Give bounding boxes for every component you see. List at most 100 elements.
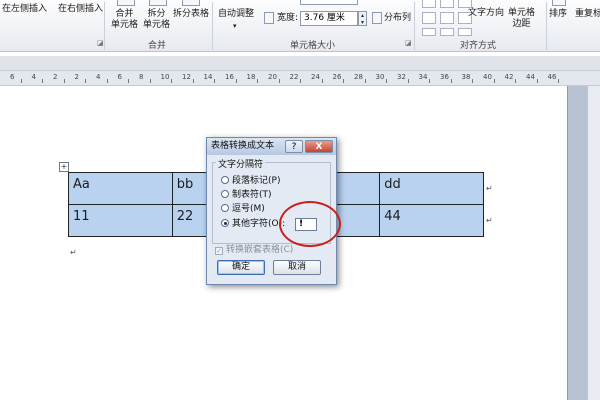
- radio-icon[interactable]: [221, 190, 229, 198]
- help-button[interactable]: ?: [285, 140, 303, 153]
- checkbox-checked-icon: ✓: [215, 247, 223, 255]
- align-icon[interactable]: [422, 12, 436, 24]
- option-comma[interactable]: 逗号(M): [221, 204, 265, 215]
- table-cell[interactable]: Aa: [68, 172, 173, 205]
- ruler-tick: [515, 79, 517, 83]
- ruler-number: 22: [289, 73, 299, 81]
- ruler-number: 36: [440, 73, 449, 81]
- ruler-tick: [171, 79, 173, 83]
- vertical-scrollbar[interactable]: [587, 86, 600, 400]
- align-icon[interactable]: [422, 28, 436, 36]
- ruler-number: 6: [117, 73, 122, 81]
- ruler-number: 34: [418, 73, 428, 81]
- merge-cells-icon: [117, 0, 135, 6]
- width-input[interactable]: 3.76 厘米: [300, 11, 358, 26]
- ruler-tick: [128, 79, 130, 83]
- align-icon[interactable]: [440, 0, 454, 8]
- radio-selected-icon[interactable]: [221, 219, 229, 227]
- repeat-header-button[interactable]: 重复标: [575, 9, 600, 20]
- ruler-number: 44: [526, 73, 535, 81]
- column-width-icon: [264, 12, 274, 24]
- horizontal-ruler[interactable]: 6 4 2 2 4 6 8 10 12 14 16 18 20 22 24 26 28 30 32 34 36 38 40 4…: [0, 70, 600, 86]
- ruler-number: 40: [483, 73, 492, 81]
- radio-icon[interactable]: [221, 176, 229, 184]
- option-paragraph-mark[interactable]: 段落标记(P): [221, 176, 280, 187]
- split-cells-button[interactable]: 拆分 单元格: [143, 9, 170, 31]
- table-move-handle-icon[interactable]: +: [59, 162, 69, 172]
- close-button[interactable]: X: [305, 140, 333, 153]
- group-label-merge: 合并: [148, 41, 167, 51]
- align-icon[interactable]: [458, 0, 472, 8]
- sort-button[interactable]: 排序: [549, 9, 567, 20]
- option-tab[interactable]: 制表符(T): [221, 190, 272, 201]
- ruler-number: 2: [74, 73, 79, 81]
- ruler-number: 10: [160, 73, 170, 81]
- insert-left-button[interactable]: 在左侧插入: [2, 4, 47, 15]
- ok-button[interactable]: 确定: [217, 260, 265, 275]
- cell-margins-button[interactable]: 单元格 边距: [508, 8, 535, 30]
- ruler-number: 4: [96, 73, 101, 81]
- ruler-tick: [343, 79, 345, 83]
- ruler-tick: [407, 79, 409, 83]
- distribute-columns-icon: [372, 12, 382, 24]
- table-cell[interactable]: 44: [379, 204, 484, 237]
- ruler-number: 18: [246, 73, 256, 81]
- ruler-tick: [63, 79, 65, 83]
- autofit-dropdown-icon[interactable]: ▾: [233, 21, 237, 32]
- ruler-tick: [429, 79, 431, 83]
- ruler-tick: [85, 79, 87, 83]
- align-icon[interactable]: [458, 28, 472, 36]
- ruler-tick: [364, 79, 366, 83]
- launcher-icon[interactable]: ◪: [405, 39, 412, 47]
- ruler-number: 12: [182, 73, 191, 81]
- ruler-tick: [106, 79, 108, 83]
- table-cell[interactable]: 11: [68, 204, 173, 237]
- text-direction-button[interactable]: 文字方向: [468, 8, 504, 19]
- option-other-character[interactable]: 其他字符(O):: [221, 219, 285, 230]
- ruler-number: 6: [10, 73, 15, 81]
- split-table-button[interactable]: 拆分表格: [173, 9, 209, 20]
- distribute-columns-button[interactable]: 分布列: [384, 13, 411, 24]
- row-end-mark: ↵: [486, 184, 493, 193]
- ruler-tick: [235, 79, 237, 83]
- ruler-tick: [42, 79, 44, 83]
- ruler-number: 20: [268, 73, 277, 81]
- row-end-mark: ↵: [486, 216, 493, 225]
- align-icon[interactable]: [440, 12, 454, 24]
- ruler-tick: [149, 79, 151, 83]
- ruler-tick: [278, 79, 280, 83]
- group-label-alignment: 对齐方式: [460, 41, 497, 51]
- separator-group-label: 文字分隔符: [216, 157, 266, 170]
- align-icon[interactable]: [440, 28, 454, 36]
- sort-icon: [552, 0, 566, 6]
- ruler-number: 38: [461, 73, 471, 81]
- autofit-button[interactable]: 自动调整: [218, 9, 254, 20]
- annotation-circle: [279, 201, 341, 247]
- width-spinner[interactable]: ▴ ▾: [358, 11, 367, 26]
- ruler-number: 2: [53, 73, 58, 81]
- align-icon[interactable]: [422, 0, 436, 8]
- ruler-tick: [214, 79, 216, 83]
- ruler-tick: [386, 79, 388, 83]
- ruler-tick: [472, 79, 474, 83]
- insert-right-button[interactable]: 在右侧插入: [58, 4, 103, 15]
- nested-tables-checkbox: ✓ 转换嵌套表格(C): [215, 245, 294, 255]
- radio-icon[interactable]: [221, 204, 229, 212]
- merge-cells-button[interactable]: 合并 单元格: [111, 9, 138, 31]
- height-input[interactable]: [300, 0, 358, 5]
- table-cell[interactable]: dd: [379, 172, 484, 205]
- ruler-tick: [321, 79, 323, 83]
- ruler-tick: [536, 79, 538, 83]
- split-table-icon: [182, 0, 200, 6]
- ruler-number: 4: [31, 73, 36, 81]
- ruler-number: 8: [139, 73, 144, 81]
- cancel-button[interactable]: 取消: [273, 260, 321, 275]
- ruler-tick: [300, 79, 302, 83]
- ruler-tick: [558, 79, 560, 83]
- ruler-number: 26: [332, 73, 342, 81]
- ruler-number: 24: [311, 73, 320, 81]
- ruler-tick: [493, 79, 495, 83]
- launcher-icon[interactable]: ◪: [97, 39, 104, 47]
- ruler-number: 42: [504, 73, 514, 81]
- ruler-number: 46: [547, 73, 557, 81]
